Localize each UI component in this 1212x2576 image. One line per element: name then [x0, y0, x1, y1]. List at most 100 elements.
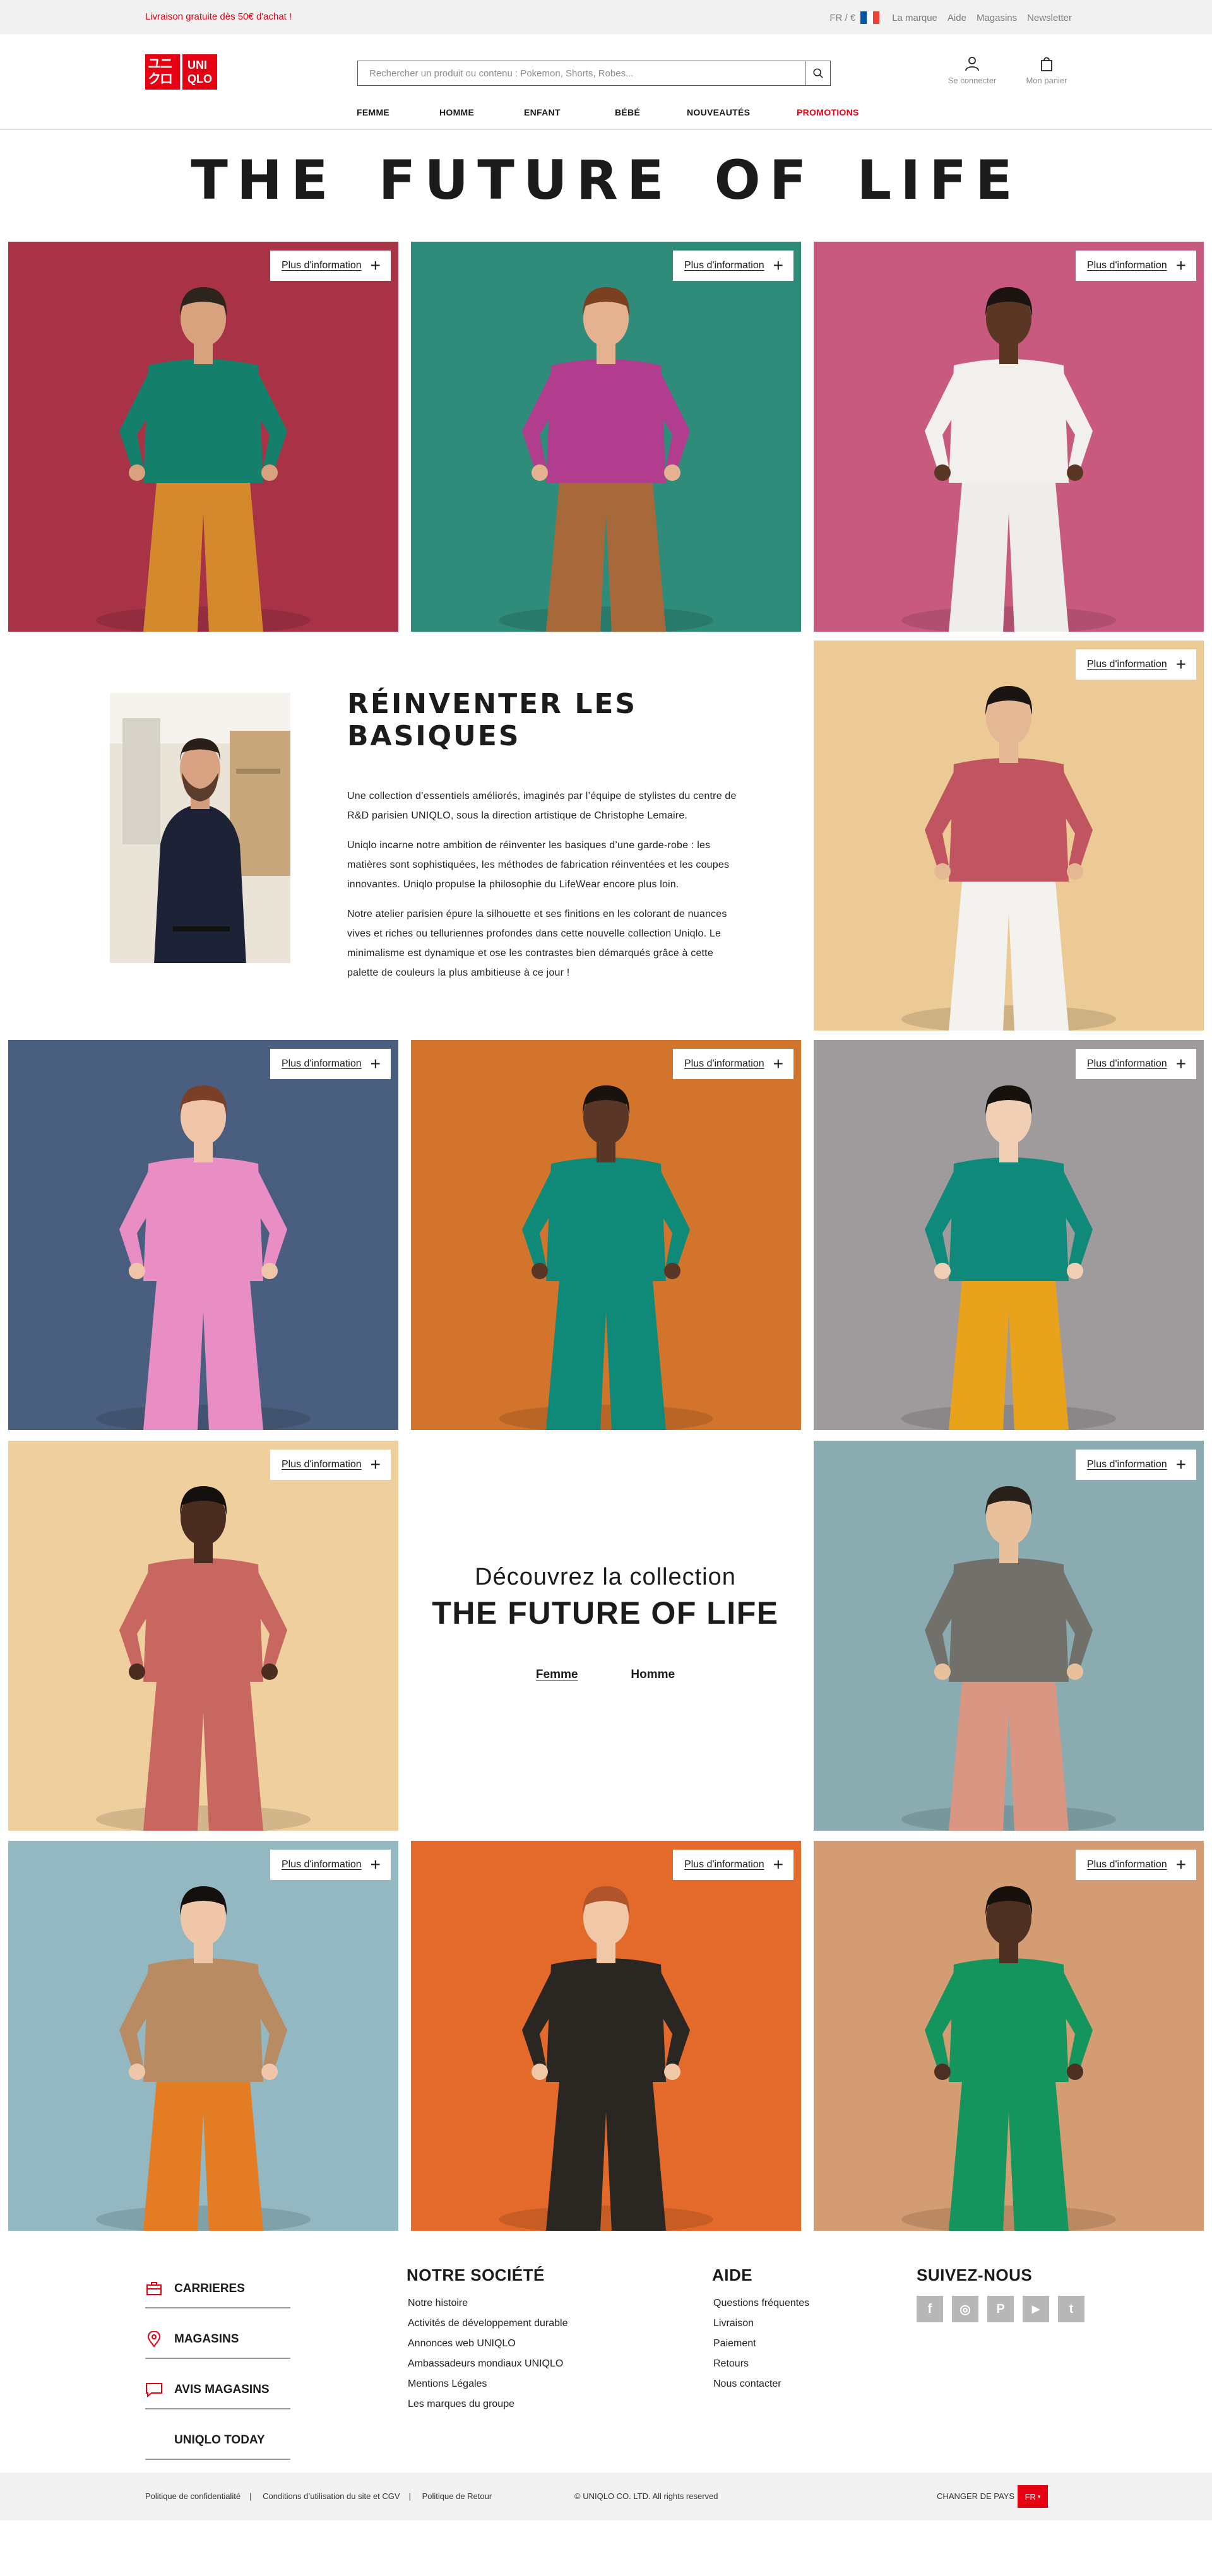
instagram-icon[interactable]: ◎: [952, 2296, 978, 2322]
designer-portrait: [110, 693, 290, 963]
free-shipping-banner[interactable]: Livraison gratuite dès 50€ d'achat !: [145, 11, 292, 22]
footer-company-link[interactable]: Notre histoire: [408, 2298, 468, 2308]
model-photo: [411, 1040, 801, 1430]
more-info-button[interactable]: Plus d'information +: [1075, 1850, 1196, 1880]
nav-femme[interactable]: FEMME: [357, 107, 389, 117]
country-selector-button[interactable]: FR ▾: [1018, 2485, 1048, 2508]
plus-icon: +: [370, 256, 381, 275]
more-info-label: Plus d'information: [1086, 1459, 1167, 1470]
footer-company-link[interactable]: Ambassadeurs mondiaux UNIQLO: [408, 2358, 563, 2369]
footer-link-label: AVIS MAGASINS: [174, 2383, 270, 2396]
search-bar: [357, 61, 831, 86]
locale-selector[interactable]: FR / €: [829, 11, 882, 24]
footer-company-link[interactable]: Activités de développement durable: [408, 2318, 568, 2329]
more-info-label: Plus d'information: [281, 1859, 362, 1870]
search-button[interactable]: [805, 61, 830, 85]
nav-enfant[interactable]: ENFANT: [524, 107, 561, 117]
search-icon: [812, 68, 823, 78]
more-info-label: Plus d'information: [684, 1058, 764, 1069]
footer-help-link[interactable]: Questions fréquentes: [713, 2298, 809, 2308]
link-magasins[interactable]: Magasins: [977, 13, 1017, 23]
lookbook-tile[interactable]: Plus d'information +: [814, 1040, 1204, 1430]
lookbook-tile[interactable]: Plus d'information +: [814, 1441, 1204, 1831]
more-info-button[interactable]: Plus d'information +: [672, 1049, 793, 1079]
lookbook-tile[interactable]: Plus d'information +: [411, 1841, 801, 2231]
more-info-button[interactable]: Plus d'information +: [270, 1850, 391, 1880]
footer-quick-links: CARRIERES MAGASINS AVIS MAGASINS UNIQLO …: [145, 2258, 290, 2460]
footer-link-label: UNIQLO TODAY: [174, 2433, 265, 2447]
footer-link-carrieres[interactable]: CARRIERES: [145, 2258, 290, 2308]
model-photo: [8, 1841, 398, 2231]
lookbook-tile[interactable]: Plus d'information +: [8, 1040, 398, 1430]
lookbook-tile[interactable]: Plus d'information +: [814, 1841, 1204, 2231]
lookbook-tile[interactable]: Plus d'information +: [8, 1441, 398, 1831]
cta-links: Femme Homme: [410, 1668, 800, 1682]
footer-company-link[interactable]: Mentions Légales: [408, 2378, 487, 2389]
search-input[interactable]: [358, 61, 805, 85]
lookbook-tile[interactable]: Plus d'information +: [814, 242, 1204, 632]
article-paragraph: Notre atelier parisien épure la silhouet…: [347, 909, 727, 978]
plus-icon: +: [773, 256, 783, 275]
footer-link-avis-magasins[interactable]: AVIS MAGASINS: [145, 2359, 290, 2409]
facebook-icon[interactable]: f: [917, 2296, 943, 2322]
collection-cta: Découvrez la collection THE FUTURE OF LI…: [410, 1441, 800, 1831]
more-info-button[interactable]: Plus d'information +: [1075, 251, 1196, 281]
more-info-button[interactable]: Plus d'information +: [270, 1450, 391, 1480]
link-la-marque[interactable]: La marque: [892, 13, 937, 23]
footer-help-link[interactable]: Livraison: [713, 2318, 754, 2329]
link-collection-homme[interactable]: Homme: [631, 1668, 675, 1682]
cta-title: THE FUTURE OF LIFE: [432, 1595, 779, 1631]
plus-icon: +: [1175, 654, 1186, 674]
returns-policy-link[interactable]: Politique de Retour: [422, 2491, 492, 2501]
pinterest-icon[interactable]: P: [987, 2296, 1014, 2322]
link-collection-femme[interactable]: Femme: [536, 1668, 578, 1682]
more-info-button[interactable]: Plus d'information +: [672, 1850, 793, 1880]
more-info-button[interactable]: Plus d'information +: [270, 251, 391, 281]
more-info-button[interactable]: Plus d'information +: [1075, 1049, 1196, 1079]
more-info-label: Plus d'information: [281, 1459, 362, 1470]
footer-help-link[interactable]: Retours: [713, 2358, 749, 2369]
nav-promotions[interactable]: PROMOTIONS: [797, 107, 859, 117]
nav-bebe[interactable]: BÉBÉ: [615, 107, 640, 117]
france-flag-icon: [860, 11, 880, 24]
footer-link-magasins[interactable]: MAGASINS: [145, 2308, 290, 2359]
lookbook-tile[interactable]: Plus d'information +: [8, 242, 398, 632]
chevron-down-icon: ▾: [1037, 2493, 1041, 2500]
footer-help-link[interactable]: Nous contacter: [713, 2378, 781, 2389]
footer-help-link[interactable]: Paiement: [713, 2338, 756, 2349]
privacy-link[interactable]: Politique de confidentialité: [145, 2491, 241, 2501]
designer-photo: [110, 693, 290, 963]
lookbook-tile[interactable]: Plus d'information +: [814, 641, 1204, 1031]
twitter-icon[interactable]: t: [1058, 2296, 1084, 2322]
link-newsletter[interactable]: Newsletter: [1027, 13, 1072, 23]
lookbook-tile[interactable]: Plus d'information +: [8, 1841, 398, 2231]
model-photo: [8, 242, 398, 632]
more-info-button[interactable]: Plus d'information +: [270, 1049, 391, 1079]
nav-homme[interactable]: HOMME: [439, 107, 474, 117]
locale-label: FR / €: [829, 12, 856, 23]
footer-link-uniqlo-today[interactable]: UNIQLO TODAY: [145, 2409, 290, 2460]
footer-company-title: NOTRE SOCIÉTÉ: [407, 2266, 545, 2284]
model-photo: [814, 1841, 1204, 2231]
account-link[interactable]: Se connecter: [942, 56, 1002, 85]
nav-nouveautes[interactable]: NOUVEAUTÉS: [687, 107, 750, 117]
footer-company-link[interactable]: Annonces web UNIQLO: [408, 2338, 516, 2349]
more-info-label: Plus d'information: [1086, 260, 1167, 271]
link-aide[interactable]: Aide: [948, 13, 966, 23]
youtube-icon[interactable]: ▶: [1023, 2296, 1049, 2322]
country-code: FR: [1025, 2491, 1036, 2502]
more-info-button[interactable]: Plus d'information +: [1075, 1450, 1196, 1480]
uniqlo-logo[interactable]: ユニクロ UNIQLO: [145, 54, 217, 90]
more-info-button[interactable]: Plus d'information +: [1075, 649, 1196, 680]
lookbook-tile[interactable]: Plus d'information +: [411, 242, 801, 632]
cart-link[interactable]: Mon panier: [1016, 56, 1077, 85]
more-info-button[interactable]: Plus d'information +: [672, 251, 793, 281]
plus-icon: +: [370, 1054, 381, 1073]
chat-bubble-icon: [145, 2381, 163, 2399]
footer-link-label: CARRIERES: [174, 2282, 245, 2295]
model-photo: [411, 242, 801, 632]
footer-company-link[interactable]: Les marques du groupe: [408, 2399, 514, 2409]
terms-link[interactable]: Conditions d’utilisation du site et CGV: [263, 2491, 400, 2501]
article-paragraph: Uniqlo incarne notre ambition de réinven…: [347, 840, 730, 890]
lookbook-tile[interactable]: Plus d'information +: [411, 1040, 801, 1430]
